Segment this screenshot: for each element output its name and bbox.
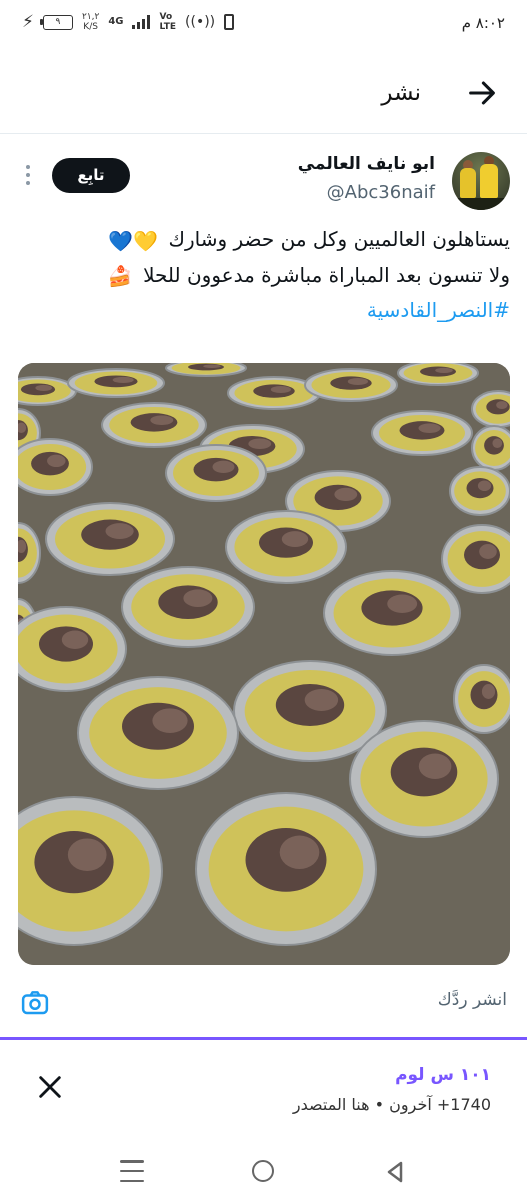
- food-plate: [453, 664, 510, 734]
- camera-icon[interactable]: [20, 988, 50, 1018]
- food-plate: [165, 444, 267, 502]
- hashtag-link[interactable]: #النصر_القادسية: [30, 293, 510, 327]
- tweet-text: يستاهلون العالميين وكل من حضر وشارك 💛💙 و…: [30, 222, 510, 327]
- tweet-line-2: ولا تنسون بعد المباراة مباشرة مدعوون للح…: [30, 258, 510, 294]
- food-plate: [371, 410, 473, 456]
- food-plate: [304, 368, 398, 402]
- close-icon[interactable]: [36, 1073, 64, 1101]
- more-options-icon[interactable]: [26, 165, 32, 185]
- author-name[interactable]: ابو نايف العالمي: [298, 154, 435, 174]
- cake-emoji: 🍰: [107, 264, 133, 288]
- speed-value: ٢١,٢: [81, 12, 100, 22]
- volte-indicator: Vo LTE: [159, 12, 176, 32]
- food-plate: [471, 425, 510, 471]
- tweet-line-1-text: يستاهلون العالميين وكل من حضر وشارك: [168, 227, 510, 251]
- space-banner[interactable]: ١٠١ س لوم 1740+ آخرون • هنا المتصدر: [0, 1043, 527, 1143]
- food-plate: [121, 566, 255, 648]
- food-plate: [349, 720, 499, 838]
- volte-top: Vo: [159, 12, 173, 22]
- food-plate: [18, 438, 93, 496]
- volte-bottom: LTE: [159, 22, 177, 32]
- top-header: نشر: [0, 52, 527, 134]
- speed-unit: K/S: [83, 22, 98, 32]
- hearts-emoji: 💛💙: [108, 228, 159, 253]
- food-plate: [67, 368, 165, 398]
- system-nav-bar: [0, 1150, 527, 1200]
- food-plate: [165, 363, 247, 377]
- battery-level: ٩: [55, 16, 61, 27]
- tweet-photo[interactable]: [18, 363, 510, 965]
- hotspot-icon: ((•)): [185, 14, 216, 30]
- food-plate: [441, 524, 510, 594]
- food-plate: [45, 502, 175, 576]
- space-subtitle: 1740+ آخرون • هنا المتصدر: [292, 1095, 491, 1114]
- reply-input[interactable]: انشر ردَّك: [438, 990, 507, 1010]
- recents-icon[interactable]: [120, 1160, 144, 1182]
- status-time: ٨:٠٢ م: [461, 14, 505, 32]
- charging-icon: ⚡: [22, 12, 34, 32]
- food-plates-image: [18, 363, 510, 965]
- arrow-right-icon[interactable]: [465, 76, 499, 110]
- food-plate: [18, 606, 127, 692]
- battery-icon: ٩: [39, 14, 73, 30]
- reply-bar: انشر ردَّك: [0, 970, 527, 1040]
- home-icon[interactable]: [252, 1160, 274, 1182]
- status-icons: ⚡ ٩ ٢١,٢ K/S 4G Vo LTE ((•)): [22, 12, 235, 32]
- food-plate: [101, 402, 207, 448]
- food-plate: [397, 363, 479, 386]
- author-handle[interactable]: @Abc36naif: [327, 182, 435, 203]
- signal-icon: [132, 15, 151, 29]
- food-plate: [195, 792, 377, 946]
- food-plate: [323, 570, 461, 656]
- food-plate: [77, 676, 239, 790]
- space-title[interactable]: ١٠١ س لوم: [395, 1065, 491, 1085]
- network-type: 4G: [108, 16, 124, 27]
- food-plate: [449, 466, 510, 516]
- avatar[interactable]: [452, 152, 510, 210]
- tweet-line-2-text: ولا تنسون بعد المباراة مباشرة مدعوون للح…: [143, 262, 510, 287]
- food-plate: [225, 510, 347, 584]
- network-speed: ٢١,٢ K/S: [82, 12, 99, 32]
- tweet-line-1: يستاهلون العالميين وكل من حضر وشارك 💛💙: [30, 222, 510, 258]
- page-title: نشر: [381, 80, 421, 106]
- status-bar: ⚡ ٩ ٢١,٢ K/S 4G Vo LTE ((•)) ٨:٠٢ م: [0, 0, 527, 52]
- follow-button[interactable]: تابِع: [52, 158, 130, 193]
- back-triangle-icon[interactable]: [384, 1160, 406, 1184]
- vibrate-icon: [224, 14, 235, 30]
